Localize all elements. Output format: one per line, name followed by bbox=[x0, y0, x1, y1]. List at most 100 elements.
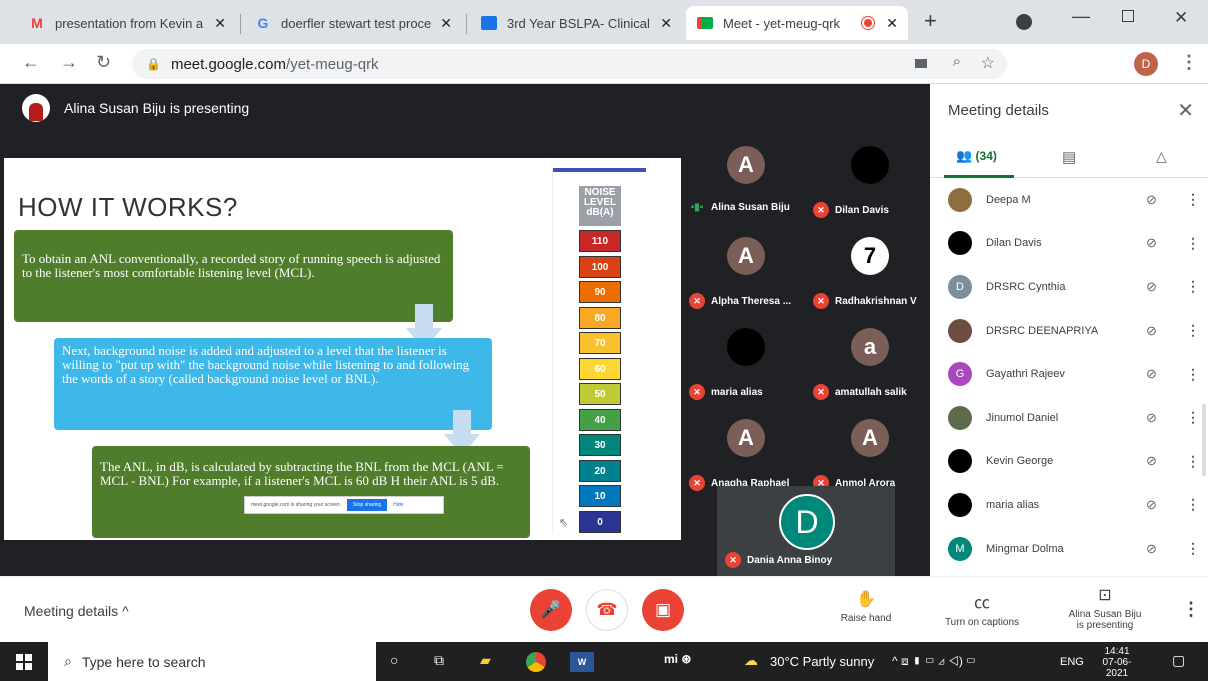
search-placeholder: Type here to search bbox=[81, 653, 206, 670]
forward-icon[interactable]: → bbox=[60, 52, 78, 73]
tab-meet[interactable]: Meet - yet-meug-qrk ✕ bbox=[686, 6, 908, 40]
participant-row[interactable]: Dilan Davis ⊘ ⋮ bbox=[930, 222, 1208, 266]
participant-row[interactable]: Kevin George ⊘ ⋮ bbox=[930, 440, 1208, 484]
participant-tile: A ✕ Anagha Raphael bbox=[685, 411, 805, 497]
close-icon[interactable]: ✕ bbox=[214, 15, 226, 32]
file-explorer-icon[interactable]: ▰ bbox=[480, 652, 491, 669]
avatar bbox=[948, 449, 972, 474]
profile-avatar[interactable]: D bbox=[1134, 52, 1158, 76]
more-options-icon[interactable]: ⋮ bbox=[1186, 540, 1208, 557]
meter-header: NOISE LEVEL dB(A) bbox=[579, 186, 621, 226]
system-tray-icons[interactable]: ^ ⧈ ▮ ▭ ◿ ◁) ▭ bbox=[892, 654, 976, 669]
close-window-button[interactable]: ✕ bbox=[1174, 8, 1188, 28]
more-options-icon[interactable]: ⋮ bbox=[1186, 322, 1208, 339]
panel-scrollbar[interactable] bbox=[1202, 404, 1206, 476]
participant-name-text: Alpha Theresa ... bbox=[711, 295, 792, 307]
chat-icon[interactable]: ▤ bbox=[1062, 148, 1076, 166]
clock[interactable]: 14:41 07-06-2021 bbox=[1094, 646, 1140, 679]
noise-level-4: 70 bbox=[579, 332, 621, 354]
slide-step-3: The ANL, in dB, is calculated by subtrac… bbox=[92, 446, 530, 538]
mic-off-icon: ⊘ bbox=[1146, 235, 1157, 251]
url-input[interactable]: 🔒 meet.google.com/yet-meug-qrk ⌕ ☆ bbox=[132, 49, 1007, 79]
close-icon[interactable]: ✕ bbox=[660, 15, 672, 32]
leave-call-button[interactable]: ☎ bbox=[586, 589, 628, 631]
participant-row[interactable]: DRSRC DEENAPRIYA ⊘ ⋮ bbox=[930, 309, 1208, 353]
participant-name-text: maria alias bbox=[711, 386, 763, 398]
share-notice-text: meet.google.com is sharing your screen. bbox=[251, 502, 342, 508]
new-tab-button[interactable]: + bbox=[924, 8, 937, 34]
participant-row-name: Dilan Davis bbox=[986, 237, 1042, 250]
stop-sharing-button[interactable]: Stop sharing bbox=[347, 499, 388, 511]
mic-toggle-button[interactable]: 🎤 bbox=[530, 589, 572, 631]
self-name-text: Dania Anna Binoy bbox=[747, 554, 833, 566]
hand-icon: ✋ bbox=[856, 591, 876, 608]
participant-name: ✕ Dilan Davis bbox=[813, 202, 929, 218]
tab-gmail[interactable]: M presentation from Kevin a ✕ bbox=[18, 6, 236, 40]
mi-app-icon[interactable]: mi ⊛ bbox=[664, 652, 691, 666]
more-options-icon[interactable]: ⋮ bbox=[1186, 191, 1208, 208]
chrome-icon[interactable] bbox=[526, 652, 546, 672]
notifications-icon[interactable]: ▢ bbox=[1172, 652, 1185, 669]
participant-row[interactable]: Jinumol Daniel ⊘ ⋮ bbox=[930, 396, 1208, 440]
more-options-icon[interactable]: ⋮ bbox=[1186, 235, 1208, 252]
camera-icon[interactable] bbox=[915, 59, 927, 68]
minimize-button[interactable]: — bbox=[1072, 6, 1090, 27]
close-icon[interactable]: ✕ bbox=[886, 15, 898, 32]
mic-off-icon: ⊘ bbox=[1146, 453, 1157, 469]
captions-button[interactable]: ㏄ Turn on captions bbox=[936, 589, 1028, 628]
participant-row-name: Kevin George bbox=[986, 455, 1054, 468]
more-options-icon[interactable]: ⋮ bbox=[1186, 278, 1208, 295]
weather-text[interactable]: 30°C Partly sunny bbox=[770, 654, 874, 669]
language-indicator[interactable]: ENG bbox=[1060, 656, 1084, 668]
reload-icon[interactable]: ↻ bbox=[96, 52, 111, 73]
activities-icon[interactable]: △ bbox=[1156, 148, 1167, 165]
raise-hand-button[interactable]: ✋ Raise hand bbox=[836, 589, 896, 624]
meeting-details-button[interactable]: Meeting details ^ bbox=[24, 603, 129, 619]
back-icon[interactable]: ← bbox=[22, 52, 40, 73]
participant-row[interactable]: D DRSRC Cynthia ⊘ ⋮ bbox=[930, 265, 1208, 309]
close-icon[interactable]: ✕ bbox=[440, 15, 452, 32]
close-panel-icon[interactable]: ✕ bbox=[1177, 98, 1194, 123]
participant-row[interactable]: maria alias ⊘ ⋮ bbox=[930, 483, 1208, 527]
self-name: ✕ Dania Anna Binoy bbox=[725, 552, 832, 568]
presenting-button[interactable]: ⊡ Alina Susan Biju is presenting bbox=[1060, 585, 1150, 631]
word-icon[interactable]: W bbox=[570, 652, 594, 672]
maximize-button[interactable] bbox=[1122, 10, 1134, 22]
panel-tabs: 👥 (34) ▤ △ bbox=[930, 138, 1208, 178]
noise-level-0: 110 bbox=[579, 230, 621, 252]
tab-search-icon[interactable] bbox=[1016, 14, 1032, 30]
classroom-icon bbox=[480, 15, 498, 31]
more-options-icon[interactable]: ⋮ bbox=[1182, 599, 1200, 620]
taskbar-search-input[interactable]: ⌕ Type here to search bbox=[48, 642, 376, 681]
participant-row[interactable]: M Mingmar Dolma ⊘ ⋮ bbox=[930, 527, 1208, 571]
participant-avatar: A bbox=[727, 419, 765, 457]
tab-people[interactable]: 👥 (34) bbox=[956, 148, 997, 164]
noise-level-6: 50 bbox=[579, 383, 621, 405]
participant-row-name: maria alias bbox=[986, 498, 1040, 511]
clock-date: 07-06-2021 bbox=[1102, 657, 1132, 679]
zoom-icon[interactable]: ⌕ bbox=[953, 53, 961, 70]
hide-button[interactable]: Hide bbox=[393, 502, 403, 508]
tab-title: doerfler stewart test proce bbox=[281, 15, 432, 31]
tab-google-search[interactable]: G doerfler stewart test proce ✕ bbox=[244, 6, 462, 40]
raise-hand-label: Raise hand bbox=[840, 613, 892, 624]
more-options-icon[interactable]: ⋮ bbox=[1186, 496, 1208, 513]
people-count: (34) bbox=[975, 149, 997, 163]
browser-menu-icon[interactable]: ⋮ bbox=[1180, 52, 1198, 73]
weather-icon[interactable]: ☁ bbox=[744, 652, 758, 669]
camera-toggle-button[interactable]: ▣ bbox=[642, 589, 684, 631]
avatar bbox=[948, 318, 972, 343]
task-view-icon[interactable]: ⧉ bbox=[434, 652, 444, 669]
mic-off-icon: ✕ bbox=[725, 552, 741, 568]
tab-classroom[interactable]: 3rd Year BSLPA- Clinical P ✕ bbox=[470, 6, 682, 40]
participant-avatar: A bbox=[727, 146, 765, 184]
bookmark-star-icon[interactable]: ☆ bbox=[981, 53, 995, 73]
participant-row[interactable]: G Gayathri Rajeev ⊘ ⋮ bbox=[930, 352, 1208, 396]
camera-off-icon: ▣ bbox=[654, 600, 672, 619]
mic-off-icon: ⊘ bbox=[1146, 540, 1157, 556]
participant-name-text: Alina Susan Biju bbox=[711, 202, 790, 213]
participant-row[interactable]: Deepa M ⊘ ⋮ bbox=[930, 178, 1208, 222]
cortana-icon[interactable]: ○ bbox=[390, 652, 398, 668]
windows-start-icon[interactable] bbox=[16, 654, 32, 670]
more-options-icon[interactable]: ⋮ bbox=[1186, 366, 1208, 383]
